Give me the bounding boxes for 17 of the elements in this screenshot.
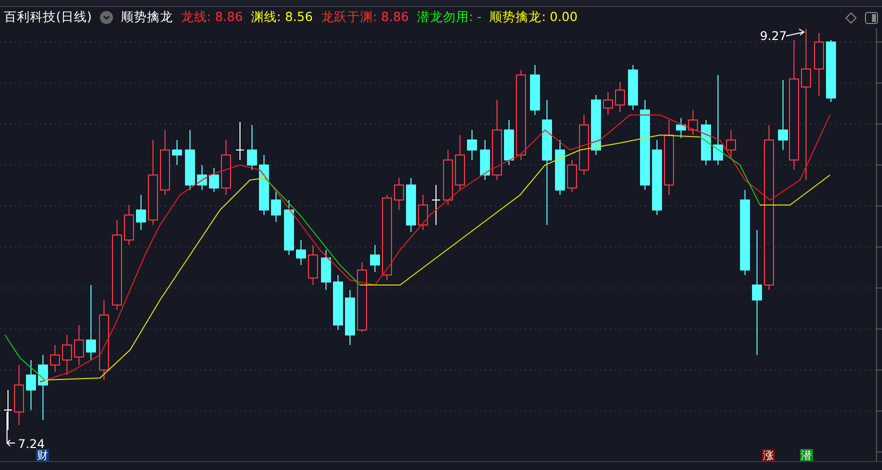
indicator-value: 潜龙勿用: -: [416, 9, 482, 26]
indicator-value: 龙线: 8.86: [180, 9, 243, 26]
panel-toggle-icon[interactable]: [865, 12, 878, 24]
high-price-label: 9.27: [760, 29, 787, 44]
arrow-icon: [786, 28, 805, 37]
low-price-label: 7.24: [18, 437, 45, 452]
stock-title: 百利科技(日线): [4, 9, 92, 26]
indicator-value: 渊线: 8.56: [250, 9, 313, 26]
chevron-down-icon[interactable]: [100, 11, 113, 24]
indicator-value: 龙跃于渊: 8.86: [320, 9, 409, 26]
indicator-value: 顺势擒龙: 0.00: [490, 9, 578, 26]
arrow-icon: [6, 412, 16, 447]
signal-marker: 潜: [800, 449, 813, 462]
signal-marker: 财: [36, 449, 49, 462]
diamond-icon[interactable]: [845, 12, 857, 24]
signal-marker: 涨: [762, 449, 775, 462]
indicator-name: 顺势擒龙: [120, 9, 173, 26]
